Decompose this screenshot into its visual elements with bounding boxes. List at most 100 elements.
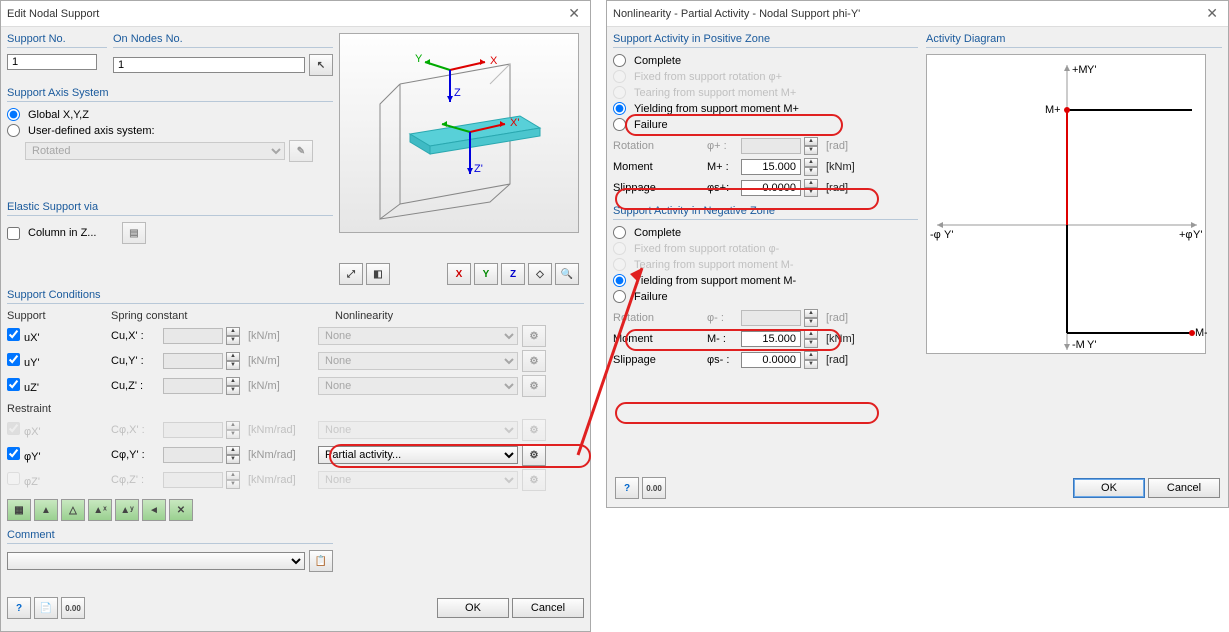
ux-check[interactable]: [7, 328, 20, 341]
view-tool-1-icon[interactable]: ⤢: [339, 263, 363, 285]
phiz-check: [7, 472, 20, 485]
view-z-icon[interactable]: Z: [501, 263, 525, 285]
pos-yielding-label: Yielding from support moment M+: [634, 103, 799, 115]
ok-button[interactable]: OK: [437, 598, 509, 618]
dialog-title: Edit Nodal Support: [7, 8, 99, 20]
svg-text:+M: +M: [1072, 64, 1088, 76]
neg-slip-field[interactable]: [741, 352, 801, 368]
pos-fixed-label: Fixed from support rotation φ+: [634, 71, 782, 83]
cux-unit: [kN/m]: [244, 330, 314, 342]
phiy-check[interactable]: [7, 447, 20, 460]
view-x-icon[interactable]: X: [447, 263, 471, 285]
cphiz-unit: [kNm/rad]: [244, 474, 314, 486]
neg-failure-radio[interactable]: [613, 290, 626, 303]
help-icon-2[interactable]: ?: [615, 477, 639, 499]
neg-yielding-radio[interactable]: [613, 274, 626, 287]
column-edit-icon[interactable]: ▤: [122, 222, 146, 244]
cancel-button-2[interactable]: Cancel: [1148, 478, 1220, 498]
support-preset-2-icon[interactable]: ▲: [34, 499, 58, 521]
ok-button-2[interactable]: OK: [1073, 478, 1145, 498]
neg-rot-sym: φ- :: [707, 312, 737, 324]
ux-nonlin-edit-icon: ⚙: [522, 325, 546, 347]
axis-edit-icon: ✎: [289, 140, 313, 162]
uy-nonlin-edit-icon: ⚙: [522, 350, 546, 372]
cphix-field: [163, 422, 223, 438]
comment-pick-icon[interactable]: 📋: [309, 550, 333, 572]
neg-complete-radio[interactable]: [613, 226, 626, 239]
support-preset-4-icon[interactable]: ▲ˣ: [88, 499, 112, 521]
support-preset-3-icon[interactable]: △: [61, 499, 85, 521]
comment-field[interactable]: [7, 552, 305, 570]
neg-fixed-label: Fixed from support rotation φ-: [634, 243, 779, 255]
pos-mom-field[interactable]: [741, 159, 801, 175]
axis-global-radio[interactable]: [7, 108, 20, 121]
neg-mom-sym: M- :: [707, 333, 737, 345]
uy-check[interactable]: [7, 353, 20, 366]
activity-diagram-svg: +MY' -MY' +φY' -φY' M+ M-: [927, 55, 1207, 355]
view-tool-2-icon[interactable]: ◧: [366, 263, 390, 285]
restraint-label: Restraint: [7, 403, 584, 415]
cphiy-field: [163, 447, 223, 463]
svg-text:M+: M+: [1045, 104, 1061, 116]
support-preset-6-icon[interactable]: ◄: [142, 499, 166, 521]
dialog2-title: Nonlinearity - Partial Activity - Nodal …: [613, 8, 860, 20]
on-nodes-field[interactable]: [113, 57, 305, 73]
phiy-nonlin-select[interactable]: Partial activity...: [318, 446, 518, 464]
cphiy-label: Cφ,Y' :: [111, 449, 159, 461]
cuy-label: Cu,Y' :: [111, 355, 159, 367]
neg-tearing-radio: [613, 258, 626, 271]
cphix-label: Cφ,X' :: [111, 424, 159, 436]
phix-nonlin-edit-icon: ⚙: [522, 419, 546, 441]
pos-complete-radio[interactable]: [613, 54, 626, 67]
pos-complete-label: Complete: [634, 55, 681, 67]
cphiz-label: Cφ,Z' :: [111, 474, 159, 486]
cuz-unit: [kN/m]: [244, 380, 314, 392]
col-nonlin: Nonlinearity: [335, 310, 535, 322]
col-support: Support: [7, 310, 107, 322]
neg-failure-label: Failure: [634, 291, 668, 303]
close-icon[interactable]: ✕: [564, 5, 584, 22]
report-icon[interactable]: 📄: [34, 597, 58, 619]
pos-rot-unit: [rad]: [822, 140, 848, 152]
units-icon-2[interactable]: 0.00: [642, 477, 666, 499]
units-icon[interactable]: 0.00: [61, 597, 85, 619]
neg-mom-label: Moment: [613, 333, 703, 345]
phiy-nonlin-edit-icon[interactable]: ⚙: [522, 444, 546, 466]
svg-text:Z: Z: [454, 87, 461, 99]
uz-check[interactable]: [7, 378, 20, 391]
pos-fixed-radio: [613, 70, 626, 83]
uy-label: uY': [24, 357, 40, 369]
view-zoom-icon[interactable]: 🔍: [555, 263, 579, 285]
pos-failure-radio[interactable]: [613, 118, 626, 131]
support-preset-5-icon[interactable]: ▲ʸ: [115, 499, 139, 521]
support-preset-7-icon[interactable]: ✕: [169, 499, 193, 521]
svg-text:Y': Y': [944, 229, 953, 241]
cancel-button[interactable]: Cancel: [512, 598, 584, 618]
view-iso-icon[interactable]: ◇: [528, 263, 552, 285]
view-y-icon[interactable]: Y: [474, 263, 498, 285]
svg-text:M-: M-: [1195, 327, 1207, 339]
svg-text:-M: -M: [1072, 339, 1085, 351]
dialog-partial-activity: Nonlinearity - Partial Activity - Nodal …: [606, 0, 1229, 508]
help-icon[interactable]: ?: [7, 597, 31, 619]
svg-text:X: X: [490, 55, 498, 67]
axis-user-radio[interactable]: [7, 124, 20, 137]
pos-zone-title: Support Activity in Positive Zone: [613, 33, 918, 45]
elastic-title: Elastic Support via: [7, 201, 333, 213]
support-preset-1-icon[interactable]: ▦: [7, 499, 31, 521]
dialog-edit-nodal-support: Edit Nodal Support ✕ Support No. On Node…: [0, 0, 591, 632]
column-in-z-label: Column in Z...: [28, 227, 118, 239]
pick-nodes-icon[interactable]: ↖: [309, 54, 333, 76]
column-in-z-check[interactable]: [7, 227, 20, 240]
pos-rot-field: [741, 138, 801, 154]
pos-yielding-radio[interactable]: [613, 102, 626, 115]
support-no-field[interactable]: [7, 54, 97, 70]
svg-text:X': X': [510, 117, 519, 129]
cphiz-field: [163, 472, 223, 488]
activity-diagram: +MY' -MY' +φY' -φY' M+ M-: [926, 54, 1206, 354]
pos-slip-field[interactable]: [741, 180, 801, 196]
support-no-label: Support No.: [7, 33, 107, 45]
close-icon-2[interactable]: ✕: [1202, 5, 1222, 22]
neg-mom-field[interactable]: [741, 331, 801, 347]
col-spring: Spring constant: [111, 310, 331, 322]
